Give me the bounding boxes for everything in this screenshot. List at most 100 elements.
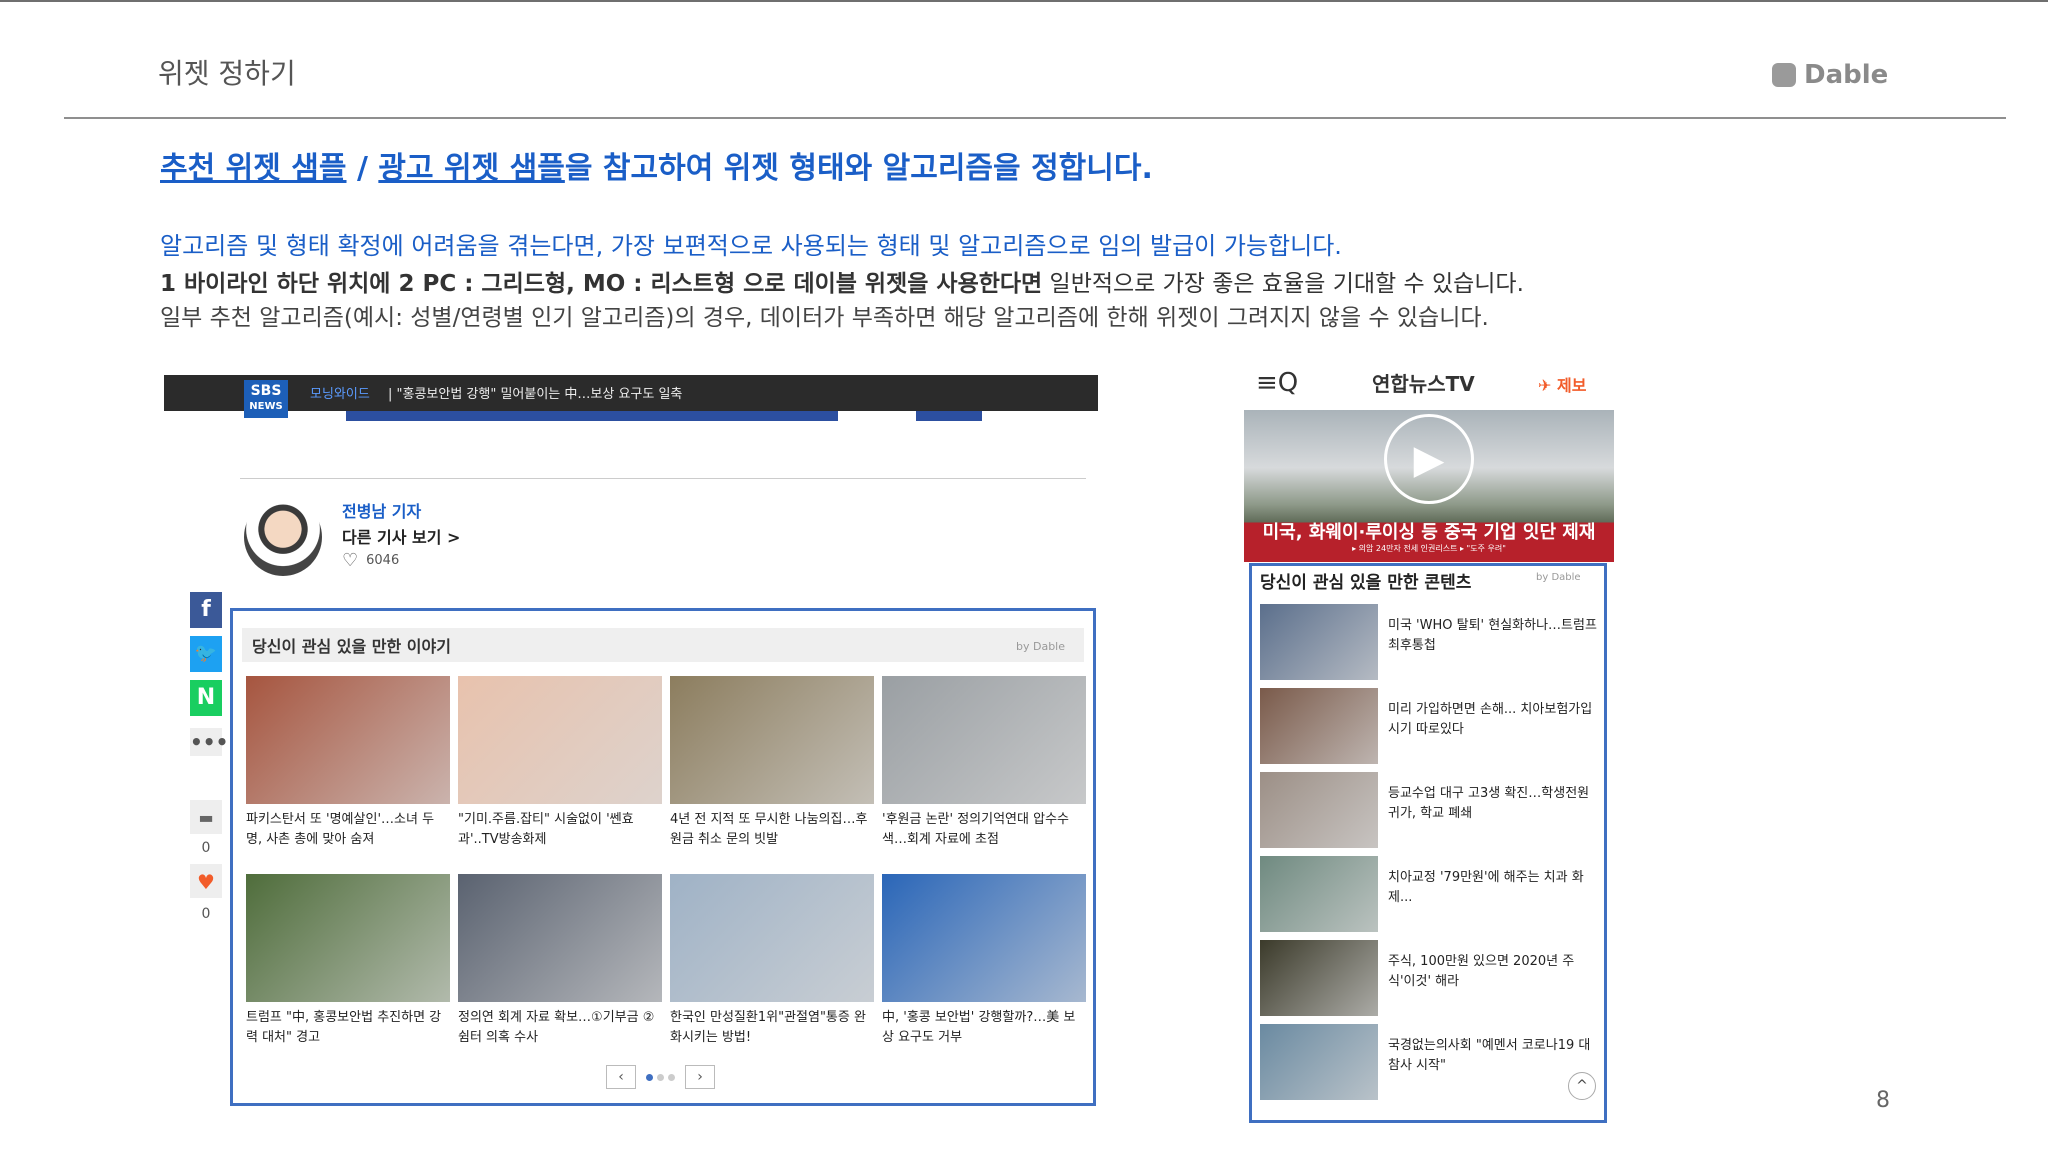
page-dots <box>646 1073 675 1081</box>
item-thumbnail[interactable] <box>1260 856 1378 932</box>
title-divider <box>64 117 2006 119</box>
comment-icon[interactable]: ▬ <box>190 800 222 834</box>
video-ticker: ▸ 의암 24만자 전세 인권리스트 ▸ "도주 우려" <box>1352 544 1506 553</box>
card-caption[interactable]: 트럼프 "中, 홍콩보안법 추진하면 강력 대처" 경고 <box>246 1008 450 1048</box>
pc-widget-card[interactable]: 4년 전 지적 또 무시한 나눔의집…후원금 취소 문의 빗발 <box>670 676 874 850</box>
card-thumbnail[interactable] <box>882 874 1086 1002</box>
card-thumbnail[interactable] <box>458 874 662 1002</box>
mo-widget-item[interactable]: 국경없는의사회 "예멘서 코로나19 대참사 시작" <box>1260 1024 1600 1100</box>
item-caption[interactable]: 등교수업 대구 고3생 확진…학생전원 귀가, 학교 폐쇄 <box>1388 772 1600 848</box>
headline: 추천 위젯 샘플 / 광고 위젯 샘플을 참고하여 위젯 형태와 알고리즘을 정… <box>160 143 1153 187</box>
mo-widget-item[interactable]: 미국 'WHO 탈퇴' 현실화하나…트럼프 최후통첩 <box>1260 604 1600 680</box>
pc-nav-underline-2 <box>916 411 982 421</box>
pc-nav-underline <box>346 411 838 421</box>
page-dot[interactable] <box>657 1073 664 1081</box>
pc-widget-card[interactable]: '후원금 논란' 정의기억연대 압수수색…회계 자료에 초점 <box>882 676 1086 850</box>
play-icon[interactable]: ▶ <box>1384 414 1474 504</box>
pc-widget-title: 당신이 관심 있을 만한 이야기 <box>252 637 451 656</box>
reporter-avatar <box>244 498 322 576</box>
sbs-logo-top: SBS <box>250 383 282 399</box>
facebook-share-icon[interactable]: f <box>190 592 222 628</box>
card-thumbnail[interactable] <box>670 874 874 1002</box>
body-line-2-bold: 1 바이라인 하단 위치에 2 PC : 그리드형, MO : 리스트형 으로 … <box>160 271 1043 297</box>
slide-title: 위젯 정하기 <box>158 57 296 90</box>
headline-sep: / <box>346 151 379 186</box>
more-share-icon[interactable]: ••• <box>190 728 228 756</box>
card-caption[interactable]: 한국인 만성질환1위"관절염"통증 완화시키는 방법! <box>670 1008 874 1048</box>
card-caption[interactable]: '후원금 논란' 정의기억연대 압수수색…회계 자료에 초점 <box>882 810 1086 850</box>
reporter-name[interactable]: 전병남 기자 <box>342 498 421 522</box>
item-caption[interactable]: 미국 'WHO 탈퇴' 현실화하나…트럼프 최후통첩 <box>1388 604 1600 680</box>
top-border <box>0 0 2048 2</box>
tip-link[interactable]: ✈ 제보 <box>1538 372 1586 396</box>
reporter-likes[interactable]: ♡ 6046 <box>342 550 399 571</box>
pc-widget-card[interactable]: 파키스탄서 또 '명예살인'…소녀 두 명, 사촌 총에 맞아 숨져 <box>246 676 450 850</box>
sbs-logo-bottom: NEWS <box>249 401 283 412</box>
item-thumbnail[interactable] <box>1260 688 1378 764</box>
pc-widget-card[interactable]: 정의연 회계 자료 확보…①기부금 ②쉼터 의혹 수사 <box>458 874 662 1048</box>
body-line-2: 1 바이라인 하단 위치에 2 PC : 그리드형, MO : 리스트형 으로 … <box>160 264 1524 298</box>
more-articles-link[interactable]: 다른 기사 보기 > <box>342 524 460 548</box>
heart-outline-icon: ♡ <box>342 550 359 571</box>
pc-separator <box>240 478 1086 479</box>
mo-widget-item[interactable]: 주식, 100만원 있으면 2020년 주식'이것' 해라 <box>1260 940 1600 1016</box>
card-caption[interactable]: 中, '홍콩 보안법' 강행할까?…美 보상 요구도 거부 <box>882 1008 1086 1048</box>
pc-widget-card[interactable]: 트럼프 "中, 홍콩보안법 추진하면 강력 대처" 경고 <box>246 874 450 1048</box>
twitter-share-icon[interactable]: 🐦 <box>190 636 222 672</box>
tip-label: 제보 <box>1556 376 1587 395</box>
card-thumbnail[interactable] <box>882 676 1086 804</box>
next-page-button[interactable]: › <box>685 1065 715 1089</box>
card-caption[interactable]: "기미.주름.잡티" 시술없이 '쎈효과'..TV방송화제 <box>458 810 662 850</box>
item-thumbnail[interactable] <box>1260 940 1378 1016</box>
mo-widget-by-dable: by Dable <box>1536 572 1581 583</box>
video-title: 미국, 화웨이·루이싱 등 중국 기업 잇단 제재 <box>1262 522 1596 543</box>
ad-widget-sample-link[interactable]: 광고 위젯 샘플 <box>378 151 565 186</box>
mo-widget-title: 당신이 관심 있을 만한 콘텐츠 <box>1260 573 1472 593</box>
comment-count: 0 <box>201 840 211 856</box>
item-caption[interactable]: 주식, 100만원 있으면 2020년 주식'이것' 해라 <box>1388 940 1600 1016</box>
card-thumbnail[interactable] <box>246 676 450 804</box>
heart-count: 0 <box>201 906 211 922</box>
naver-share-icon[interactable]: N <box>190 680 222 716</box>
sbs-news-logo[interactable]: SBS NEWS <box>244 380 288 418</box>
dable-mark-icon <box>1772 63 1796 87</box>
heart-icon[interactable]: ♥ <box>190 864 222 898</box>
page-dot-active[interactable] <box>646 1073 653 1081</box>
recommend-widget-sample-link[interactable]: 추천 위젯 샘플 <box>160 151 347 186</box>
prev-page-button[interactable]: ‹ <box>606 1065 636 1089</box>
dable-logo: Dable <box>1772 60 1888 90</box>
scroll-top-icon[interactable]: ^ <box>1568 1072 1596 1100</box>
item-caption[interactable]: 미리 가입하면면 손해... 치아보험가입시기 따로있다 <box>1388 688 1600 764</box>
page-number: 8 <box>1876 1088 1890 1113</box>
body-line-3: 일부 추천 알고리즘(예시: 성별/연령별 인기 알고리즘)의 경우, 데이터가… <box>160 305 1489 331</box>
card-thumbnail[interactable] <box>246 874 450 1002</box>
menu-search-icon[interactable]: ≡Q <box>1256 368 1298 398</box>
pc-widget-by-dable: by Dable <box>1016 640 1066 653</box>
card-thumbnail[interactable] <box>458 676 662 804</box>
pc-widget-card[interactable]: 中, '홍콩 보안법' 강행할까?…美 보상 요구도 거부 <box>882 874 1086 1048</box>
body-line-2-rest: 일반적으로 가장 좋은 효율을 기대할 수 있습니다. <box>1042 271 1524 297</box>
card-thumbnail[interactable] <box>670 676 874 804</box>
pc-bar-headline[interactable]: | "홍콩보안법 강행" 밀어붙이는 中…보상 요구도 일축 <box>388 383 682 402</box>
headline-rest: 을 참고하여 위젯 형태와 알고리즘을 정합니다. <box>564 151 1153 186</box>
card-caption[interactable]: 정의연 회계 자료 확보…①기부금 ②쉼터 의혹 수사 <box>458 1008 662 1048</box>
item-thumbnail[interactable] <box>1260 772 1378 848</box>
yonhap-logo[interactable]: 연합뉴스TV <box>1372 368 1475 397</box>
body-line-1: 알고리즘 및 형태 확정에 어려움을 겪는다면, 가장 보편적으로 사용되는 형… <box>160 232 1342 260</box>
pc-widget-pager: ‹ › <box>606 1065 715 1089</box>
item-thumbnail[interactable] <box>1260 1024 1378 1100</box>
brand-name: Dable <box>1804 60 1889 90</box>
mo-widget-item[interactable]: 미리 가입하면면 손해... 치아보험가입시기 따로있다 <box>1260 688 1600 764</box>
page-dot[interactable] <box>668 1073 675 1081</box>
pc-widget-card[interactable]: "기미.주름.잡티" 시술없이 '쎈효과'..TV방송화제 <box>458 676 662 850</box>
pc-section-label[interactable]: 모닝와이드 <box>310 383 370 402</box>
item-caption[interactable]: 치아교정 '79만원'에 해주는 치과 화제... <box>1388 856 1600 932</box>
mo-widget-item[interactable]: 치아교정 '79만원'에 해주는 치과 화제... <box>1260 856 1600 932</box>
card-caption[interactable]: 파키스탄서 또 '명예살인'…소녀 두 명, 사촌 총에 맞아 숨져 <box>246 810 450 850</box>
mo-widget-item[interactable]: 등교수업 대구 고3생 확진…학생전원 귀가, 학교 폐쇄 <box>1260 772 1600 848</box>
send-icon: ✈ <box>1538 376 1552 395</box>
pc-widget-card[interactable]: 한국인 만성질환1위"관절염"통증 완화시키는 방법! <box>670 874 874 1048</box>
item-thumbnail[interactable] <box>1260 604 1378 680</box>
likes-count: 6046 <box>366 553 400 568</box>
card-caption[interactable]: 4년 전 지적 또 무시한 나눔의집…후원금 취소 문의 빗발 <box>670 810 874 850</box>
